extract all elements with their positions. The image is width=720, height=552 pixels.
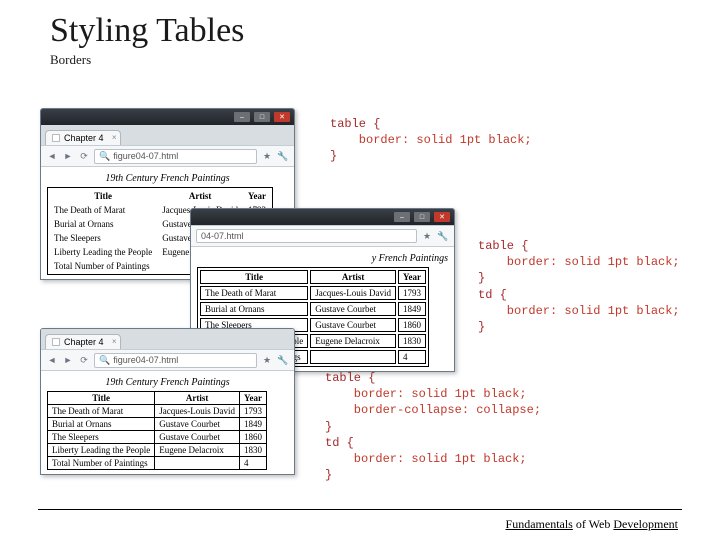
col-title: Title (50, 190, 156, 202)
table-row: Liberty Leading the PeopleEugene Delacro… (48, 444, 267, 457)
close-button[interactable]: ✕ (434, 212, 450, 222)
paintings-table: Title Artist Year The Death of MaratJacq… (47, 391, 267, 470)
wrench-icon[interactable]: 🔧 (437, 230, 449, 242)
url-text: figure04-07.html (113, 355, 178, 365)
table-caption: 19th Century French Paintings (47, 377, 288, 388)
address-bar-row: ◄ ► ⟳ 🔍 figure04-07.html ★ 🔧 (41, 349, 294, 371)
minimize-button[interactable]: – (394, 212, 410, 222)
titlebar: – □ ✕ (191, 209, 454, 225)
code-snippet-3: table { border: solid 1pt black; border-… (325, 370, 541, 483)
slide-title: Styling Tables (50, 12, 720, 50)
col-title: Title (200, 270, 308, 284)
tab-row: Chapter 4 × (41, 125, 294, 145)
col-artist: Artist (158, 190, 242, 202)
maximize-button[interactable]: □ (414, 212, 430, 222)
url-text: figure04-07.html (113, 151, 178, 161)
maximize-button[interactable]: □ (254, 112, 270, 122)
footer-text: Fundamentals of Web Development (506, 517, 678, 532)
address-bar-row: 04-07.html ★ 🔧 (191, 225, 454, 247)
address-bar[interactable]: 04-07.html (196, 229, 417, 243)
bookmark-icon[interactable]: ★ (261, 354, 273, 366)
address-bar[interactable]: 🔍 figure04-07.html (94, 353, 257, 368)
page-body: 19th Century French Paintings Title Arti… (41, 371, 294, 474)
footer-divider (38, 509, 682, 510)
url-text: 04-07.html (201, 231, 244, 241)
browser-window-3: Chapter 4 × ◄ ► ⟳ 🔍 figure04-07.html ★ 🔧… (40, 328, 295, 475)
table-header-row: Title Artist Year (200, 270, 426, 284)
address-bar[interactable]: 🔍 figure04-07.html (94, 149, 257, 164)
table-row: Burial at OrnansGustave Courbet1849 (48, 418, 267, 431)
table-caption: y French Paintings (197, 253, 448, 264)
table-header-row: Title Artist Year (50, 190, 270, 202)
tab-title: Chapter 4 (64, 133, 104, 143)
browser-tab[interactable]: Chapter 4 × (45, 334, 121, 349)
favicon-icon (52, 338, 60, 346)
close-tab-icon[interactable]: × (112, 133, 117, 142)
titlebar: – □ ✕ (41, 109, 294, 125)
code-snippet-1: table { border: solid 1pt black; } (330, 116, 532, 165)
reload-icon[interactable]: ⟳ (78, 354, 90, 366)
back-icon[interactable]: ◄ (46, 354, 58, 366)
wrench-icon[interactable]: 🔧 (277, 150, 289, 162)
tab-title: Chapter 4 (64, 337, 104, 347)
forward-icon[interactable]: ► (62, 354, 74, 366)
col-title: Title (48, 392, 155, 405)
reload-icon[interactable]: ⟳ (78, 150, 90, 162)
back-icon[interactable]: ◄ (46, 150, 58, 162)
col-year: Year (239, 392, 266, 405)
bookmark-icon[interactable]: ★ (421, 230, 433, 242)
close-button[interactable]: ✕ (274, 112, 290, 122)
table-row: Burial at OrnansGustave Courbet1849 (200, 302, 426, 316)
search-icon: 🔍 (99, 355, 110, 366)
table-caption: 19th Century French Paintings (47, 173, 288, 184)
table-row: The Death of MaratJacques-Louis David179… (200, 286, 426, 300)
table-row: The Death of MaratJacques-Louis David179… (48, 405, 267, 418)
slide-subtitle: Borders (50, 52, 720, 68)
col-artist: Artist (155, 392, 240, 405)
col-year: Year (244, 190, 270, 202)
tab-row: Chapter 4 × (41, 329, 294, 349)
forward-icon[interactable]: ► (62, 150, 74, 162)
table-row: The SleepersGustave Courbet1860 (48, 431, 267, 444)
address-bar-row: ◄ ► ⟳ 🔍 figure04-07.html ★ 🔧 (41, 145, 294, 167)
table-header-row: Title Artist Year (48, 392, 267, 405)
search-icon: 🔍 (99, 151, 110, 162)
wrench-icon[interactable]: 🔧 (277, 354, 289, 366)
bookmark-icon[interactable]: ★ (261, 150, 273, 162)
minimize-button[interactable]: – (234, 112, 250, 122)
close-tab-icon[interactable]: × (112, 337, 117, 346)
table-row: Total Number of Paintings4 (48, 457, 267, 470)
content-area: – □ ✕ Chapter 4 × ◄ ► ⟳ 🔍 figure04-07.ht… (40, 108, 700, 492)
browser-tab[interactable]: Chapter 4 × (45, 130, 121, 145)
favicon-icon (52, 134, 60, 142)
col-year: Year (398, 270, 426, 284)
col-artist: Artist (310, 270, 396, 284)
code-snippet-2: table { border: solid 1pt black; } td { … (478, 238, 680, 335)
